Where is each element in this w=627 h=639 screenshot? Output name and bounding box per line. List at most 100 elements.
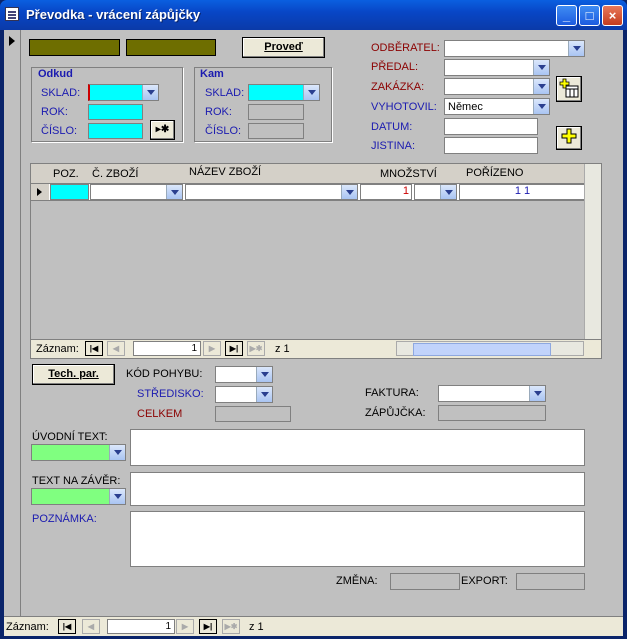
- poznamka-area[interactable]: [130, 511, 585, 567]
- chevron-down-icon[interactable]: [440, 185, 456, 199]
- text-na-zaver-label: TEXT NA ZÁVĚR:: [32, 475, 121, 487]
- odberatel-select[interactable]: [444, 40, 585, 57]
- kam-cislo-field: [248, 123, 304, 139]
- export-label: EXPORT:: [461, 575, 508, 587]
- chevron-down-icon[interactable]: [533, 99, 549, 114]
- odkud-cislo-input[interactable]: [88, 123, 143, 139]
- jistina-input[interactable]: [444, 137, 538, 154]
- celkem-label: CELKEM: [137, 408, 183, 420]
- chevron-down-icon[interactable]: [568, 41, 584, 56]
- vyhotovil-label: VYHOTOVIL:: [371, 101, 437, 113]
- kam-rok-field: [248, 104, 304, 120]
- chevron-down-icon[interactable]: [529, 386, 545, 401]
- poznamka-label: POZNÁMKA:: [32, 513, 97, 525]
- col-mnozstvi[interactable]: MNOŽSTVÍ: [380, 168, 437, 180]
- table-row[interactable]: 1 1 1: [31, 184, 586, 201]
- chevron-down-icon[interactable]: [109, 445, 125, 460]
- calendar-add-button[interactable]: [556, 76, 582, 102]
- provest-label: Proveď: [264, 41, 303, 53]
- chevron-down-icon[interactable]: [166, 185, 182, 199]
- plus-icon: [561, 128, 577, 144]
- record-selector[interactable]: [4, 30, 21, 635]
- odkud-sklad-select[interactable]: [88, 84, 159, 101]
- prev-record-icon[interactable]: ◀: [107, 341, 125, 356]
- form-record-navigator: Záznam: |◀ ◀ 1 ▶ ▶| ▶✱ z 1: [4, 616, 623, 636]
- first-record-icon[interactable]: |◀: [85, 341, 103, 356]
- items-subform: POZ. Č. ZBOŽÍ NÁZEV ZBOŽÍ MNOŽSTVÍ POŘÍZ…: [30, 163, 602, 359]
- footer-nav-count: z 1: [249, 621, 264, 633]
- new-record-icon[interactable]: ▶✱: [247, 341, 265, 356]
- first-record-icon[interactable]: |◀: [58, 619, 76, 634]
- add-button[interactable]: [556, 126, 582, 150]
- uvodni-text-label: ÚVODNÍ TEXT:: [32, 431, 108, 443]
- title-bar[interactable]: Převodka - vrácení zápůjčky _ □ ×: [0, 0, 627, 30]
- grid-record-number[interactable]: 1: [133, 341, 201, 356]
- col-poz[interactable]: POZ.: [53, 168, 79, 180]
- export-field: [516, 573, 585, 590]
- nazev-zbozi-cell[interactable]: [185, 184, 358, 200]
- cislo-zbozi-cell[interactable]: [90, 184, 183, 200]
- chevron-down-icon[interactable]: [533, 79, 549, 94]
- row-selector[interactable]: [31, 184, 49, 200]
- items-grid: POZ. Č. ZBOŽÍ NÁZEV ZBOŽÍ MNOŽSTVÍ POŘÍZ…: [31, 164, 586, 341]
- kod-pohybu-select[interactable]: [215, 366, 273, 383]
- close-button[interactable]: ×: [602, 5, 623, 26]
- vyhotovil-select[interactable]: Němec: [444, 98, 550, 115]
- chevron-down-icon[interactable]: [256, 367, 272, 382]
- chevron-down-icon[interactable]: [341, 185, 357, 199]
- uvodni-text-select[interactable]: [31, 444, 126, 461]
- kam-cislo-label: ČÍSLO:: [205, 125, 242, 137]
- status-indicator-2: [126, 39, 216, 56]
- last-record-icon[interactable]: ▶|: [225, 341, 243, 356]
- odberatel-label: ODBĚRATEL:: [371, 42, 440, 54]
- celkem-field: [215, 406, 291, 422]
- zmena-field: [390, 573, 460, 590]
- text-na-zaver-area[interactable]: [130, 472, 585, 506]
- last-record-icon[interactable]: ▶|: [199, 619, 217, 634]
- predal-label: PŘEDAL:: [371, 61, 419, 73]
- unit-cell[interactable]: [414, 184, 457, 200]
- odkud-rok-input[interactable]: [88, 104, 143, 120]
- uvodni-text-area[interactable]: [130, 429, 585, 466]
- stredisko-select[interactable]: [215, 386, 273, 403]
- grid-horizontal-scrollbar[interactable]: [396, 341, 584, 356]
- chevron-down-icon[interactable]: [533, 60, 549, 75]
- tech-par-button[interactable]: Tech. par.: [32, 364, 115, 385]
- kam-sklad-select[interactable]: [248, 84, 320, 101]
- prev-record-icon[interactable]: ◀: [82, 619, 100, 634]
- footer-record-number[interactable]: 1: [107, 619, 175, 634]
- grid-vertical-scrollbar[interactable]: [584, 164, 601, 341]
- footer-nav-label: Záznam:: [6, 621, 49, 633]
- zakazka-label: ZAKÁZKA:: [371, 81, 425, 93]
- new-record-button[interactable]: ▸✱: [150, 120, 175, 140]
- grid-nav-label: Záznam:: [36, 343, 79, 355]
- window-title: Převodka - vrácení zápůjčky: [26, 7, 201, 22]
- next-record-icon[interactable]: ▶: [203, 341, 221, 356]
- text-na-zaver-select[interactable]: [31, 488, 126, 505]
- chevron-down-icon[interactable]: [256, 387, 272, 402]
- col-cislo-zbozi[interactable]: Č. ZBOŽÍ: [92, 168, 138, 180]
- datum-input[interactable]: [444, 118, 538, 135]
- maximize-button[interactable]: □: [579, 5, 600, 26]
- new-record-icon[interactable]: ▶✱: [222, 619, 240, 634]
- minimize-button[interactable]: _: [556, 5, 577, 26]
- predal-select[interactable]: [444, 59, 550, 76]
- provest-button[interactable]: Proveď: [242, 37, 325, 58]
- chevron-down-icon[interactable]: [142, 85, 158, 100]
- poz-cell[interactable]: [50, 184, 89, 200]
- calendar-add-icon: [559, 78, 579, 98]
- form-body: Proveď Odkud SKLAD: ROK: ČÍSLO: ▸✱ Kam S…: [4, 30, 623, 636]
- scroll-thumb[interactable]: [413, 343, 551, 356]
- col-porizeno[interactable]: POŘÍZENO: [466, 167, 523, 179]
- app-window: Převodka - vrácení zápůjčky _ □ × Proveď…: [0, 0, 627, 639]
- zapujcka-field: [438, 405, 546, 421]
- col-nazev-zbozi[interactable]: NÁZEV ZBOŽÍ: [189, 166, 261, 178]
- chevron-down-icon[interactable]: [109, 489, 125, 504]
- status-indicator-1: [29, 39, 120, 56]
- chevron-down-icon[interactable]: [303, 85, 319, 100]
- tech-par-label: Tech. par.: [48, 368, 99, 380]
- mnozstvi-cell[interactable]: 1: [360, 184, 412, 200]
- zakazka-select[interactable]: [444, 78, 550, 95]
- faktura-select[interactable]: [438, 385, 546, 402]
- next-record-icon[interactable]: ▶: [176, 619, 194, 634]
